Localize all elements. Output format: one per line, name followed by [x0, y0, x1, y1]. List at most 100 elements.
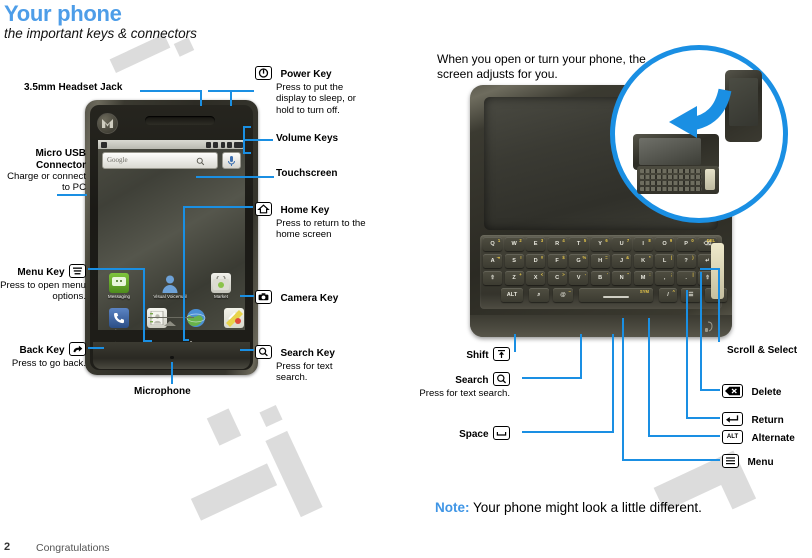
callout-kb-menu-key: Menu: [722, 452, 774, 470]
callout-scroll-select: Scroll & Select: [727, 345, 812, 357]
keyboard-key-alt-label: -: [584, 271, 587, 277]
keyboard-key-alt-label: ": [627, 271, 630, 277]
keyboard-key[interactable]: / ^: [659, 288, 677, 302]
callout-title: Microphone: [134, 386, 191, 397]
keyboard-key[interactable]: J &: [612, 254, 632, 268]
keyboard-key[interactable]: S!: [504, 254, 524, 268]
callout-title: Space: [459, 429, 489, 440]
callout-microphone: Microphone: [134, 386, 191, 398]
keyboard-key[interactable]: ALT: [501, 288, 523, 302]
intro-text: When you open or turn your phone, the sc…: [437, 52, 646, 81]
app-icon-market[interactable]: [211, 273, 231, 293]
power-icon: [255, 65, 272, 80]
keyboard-key[interactable]: Y6: [590, 237, 610, 251]
keyboard-key[interactable]: A ⇥: [483, 254, 503, 268]
motorola-logo-icon: [97, 113, 118, 134]
keyboard-key-alt-label: ): [692, 254, 694, 260]
leader-line: [208, 90, 232, 92]
camera-icon: [255, 289, 272, 304]
keyboard-key[interactable]: ☰: [681, 288, 701, 302]
keyboard-key[interactable]: @ ~: [553, 288, 573, 302]
keyboard-key-alt-label: ;: [670, 271, 673, 277]
leader-line: [522, 431, 614, 433]
keyboard-key[interactable]: F $: [547, 254, 567, 268]
keyboard-key[interactable]: G%: [569, 254, 589, 268]
callout-title: Home Key: [280, 205, 330, 216]
callout-body: Charge or connect to PC: [7, 171, 86, 194]
phone-touchscreen[interactable]: Google Messaging Visual Voicemail Market: [98, 140, 245, 330]
page-number: 2: [4, 541, 11, 553]
keyboard-key-alt-label: 8: [648, 237, 651, 243]
keyboard-key[interactable]: N ": [612, 271, 632, 285]
keyboard-key-alt-label: 0: [691, 237, 694, 243]
thumbnail-nav-pad: [705, 169, 715, 190]
callout-title: Search Key: [280, 348, 335, 359]
app-drawer-handle-icon[interactable]: [164, 321, 176, 326]
keyboard-key[interactable]: T5: [569, 237, 589, 251]
app-icon-phone[interactable]: [109, 308, 129, 328]
voice-search-button[interactable]: [222, 152, 241, 169]
keyboard-key[interactable]: ⌕: [529, 288, 549, 302]
callout-title: 3.5mm Headset Jack: [24, 82, 123, 93]
delete-icon: [722, 383, 743, 398]
keyboard-key[interactable]: Z +: [504, 271, 524, 285]
keyboard-key[interactable]: V-: [569, 271, 589, 285]
callout-volume-keys: Volume Keys: [276, 133, 338, 145]
app-icon-browser[interactable]: [186, 308, 206, 328]
keyboard-space-key[interactable]: SYM: [579, 288, 653, 302]
keyboard-key[interactable]: ,;: [655, 271, 675, 285]
callout-body: Press to put the display to sleep, or ho…: [276, 82, 356, 116]
callout-title: Delete: [751, 387, 782, 398]
keyboard-key[interactable]: L(: [655, 254, 675, 268]
keyboard-key-alt-label: %: [582, 254, 587, 260]
rotation-inset-illustration: [610, 45, 788, 223]
leader-line: [57, 194, 87, 196]
keyboard-key[interactable]: O9: [655, 237, 675, 251]
keyboard-key-alt-label: 7: [626, 237, 630, 243]
return-arrow-icon: [722, 411, 743, 426]
keyboard-key[interactable]: ⇧: [483, 271, 503, 285]
keyboard-key[interactable]: H =: [590, 254, 610, 268]
leader-line: [648, 318, 650, 437]
callout-body: Press to return to the home screen: [276, 218, 366, 241]
leader-line: [718, 268, 720, 342]
callout-title: Scroll & Select: [727, 345, 798, 356]
leader-line: [522, 377, 582, 379]
keyboard-key[interactable]: R4: [547, 237, 567, 251]
callout-body: Press to go back.: [11, 358, 86, 369]
keyboard-key[interactable]: . |: [676, 271, 696, 285]
keyboard-key[interactable]: X <: [526, 271, 546, 285]
app-label: Market: [213, 294, 229, 299]
keyboard-key[interactable]: P0: [676, 237, 696, 251]
callout-back-key: Back Key Press to go back.: [0, 340, 86, 369]
keyboard-key[interactable]: ?): [676, 254, 696, 268]
app-label: Maps: [217, 329, 245, 330]
callout-title: Alternate: [751, 433, 795, 444]
leader-line: [196, 176, 274, 178]
app-icon-visual-voicemail[interactable]: [160, 273, 180, 293]
phone-front-illustration: Google Messaging Visual Voicemail Market: [85, 100, 258, 375]
status-bar: [98, 140, 245, 149]
search-input[interactable]: Google: [102, 152, 218, 169]
keyboard-key[interactable]: W2: [504, 237, 524, 251]
app-icon-maps[interactable]: [224, 308, 244, 328]
keyboard-key[interactable]: U7: [612, 237, 632, 251]
leader-line: [514, 334, 516, 352]
space-bar-icon: [493, 425, 510, 440]
keyboard-key[interactable]: B ': [590, 271, 610, 285]
keyboard-key[interactable]: I8: [633, 237, 653, 251]
callout-menu-key: Menu Key Press to open menu options.: [0, 262, 86, 303]
keyboard-key-alt-label: &: [626, 254, 630, 260]
keyboard-key-alt-label: |: [692, 271, 694, 277]
keyboard-key[interactable]: E3: [526, 237, 546, 251]
keyboard-key[interactable]: M:: [633, 271, 653, 285]
google-search-widget[interactable]: Google: [102, 152, 241, 169]
keyboard-key[interactable]: C >: [547, 271, 567, 285]
app-label: Visual Voicemail: [153, 294, 187, 299]
keyboard-key[interactable]: D #: [526, 254, 546, 268]
keyboard-key[interactable]: K *: [633, 254, 653, 268]
app-icon-messaging[interactable]: [109, 273, 129, 293]
callout-kb-search-key: Search Press for text search.: [400, 370, 510, 399]
keyboard-key[interactable]: Q1: [483, 237, 503, 251]
callout-delete-key: Delete: [722, 382, 781, 400]
